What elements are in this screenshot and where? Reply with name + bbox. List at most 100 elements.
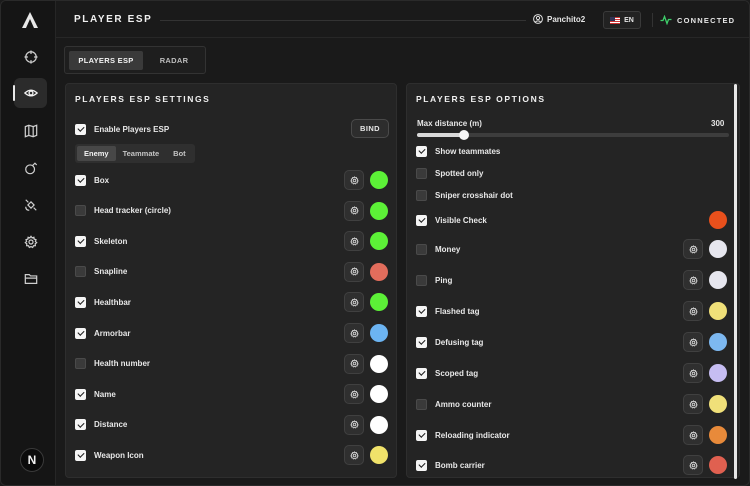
snapline-color-swatch[interactable] [370, 262, 388, 281]
flashed-tag-checkbox[interactable] [416, 305, 427, 317]
sidebar-item-settings[interactable] [14, 227, 47, 257]
armorbar-color-swatch[interactable] [370, 324, 388, 342]
weapon-icon-row[interactable]: Weapon Icon [75, 445, 144, 465]
bomb-carrier-row[interactable]: Bomb carrier [416, 455, 485, 475]
ping-color-swatch[interactable] [709, 271, 727, 289]
scoped-tag-color-swatch[interactable] [709, 364, 727, 382]
sidebar-item-configs[interactable] [14, 264, 47, 294]
segment-enemy[interactable]: Enemy [77, 146, 116, 161]
distance-row[interactable]: Distance [75, 415, 127, 435]
armorbar-row[interactable]: Armorbar [75, 323, 130, 343]
sidebar-item-esp[interactable] [13, 78, 47, 108]
sidebar-item-misc[interactable] [14, 190, 47, 220]
name-settings-button[interactable] [344, 384, 364, 405]
armorbar-settings-button[interactable] [344, 323, 364, 343]
visible-check-color-swatch[interactable] [709, 211, 727, 229]
armorbar-checkbox[interactable] [75, 327, 86, 339]
distance-checkbox[interactable] [75, 419, 86, 431]
reloading-indicator-color-swatch[interactable] [709, 426, 727, 444]
health-number-row[interactable]: Health number [75, 354, 150, 374]
reloading-indicator-checkbox[interactable] [416, 429, 427, 441]
name-row[interactable]: Name [75, 384, 116, 404]
skeleton-color-swatch[interactable] [370, 232, 388, 251]
snapline-row[interactable]: Snapline [75, 262, 127, 282]
head-tracker-circle-row[interactable]: Head tracker (circle) [75, 201, 171, 221]
scoped-tag-settings-button[interactable] [683, 363, 703, 383]
distance-settings-button[interactable] [344, 414, 364, 435]
defusing-tag-row[interactable]: Defusing tag [416, 332, 483, 352]
money-row[interactable]: Money [416, 239, 460, 259]
language-select[interactable]: EN [603, 11, 641, 29]
segment-teammate[interactable]: Teammate [116, 146, 167, 161]
snapline-settings-button[interactable] [344, 261, 364, 282]
user-profile[interactable]: Panchito2 [533, 14, 585, 24]
ammo-counter-row[interactable]: Ammo counter [416, 394, 491, 414]
reloading-indicator-row[interactable]: Reloading indicator [416, 425, 510, 445]
spotted-only-checkbox[interactable] [416, 167, 427, 179]
scoped-tag-row[interactable]: Scoped tag [416, 363, 478, 383]
money-color-swatch[interactable] [709, 240, 727, 258]
head-tracker-circle-checkbox[interactable] [75, 205, 86, 217]
distance-color-swatch[interactable] [370, 415, 388, 434]
tab-players-esp[interactable]: PLAYERS ESP [69, 51, 143, 70]
enable-esp-checkbox[interactable] [75, 123, 86, 135]
skeleton-settings-button[interactable] [344, 231, 364, 252]
scrollbar[interactable] [734, 84, 737, 479]
tab-radar[interactable]: RADAR [145, 51, 203, 70]
skeleton-checkbox[interactable] [75, 235, 86, 247]
health-number-color-swatch[interactable] [370, 354, 388, 373]
reloading-indicator-settings-button[interactable] [683, 425, 703, 445]
healthbar-color-swatch[interactable] [370, 293, 388, 312]
sniper-crosshair-dot-row[interactable]: Sniper crosshair dot [416, 185, 513, 205]
max-distance-slider[interactable] [417, 130, 729, 140]
scoped-tag-checkbox[interactable] [416, 367, 427, 379]
segment-bot[interactable]: Bot [166, 146, 193, 161]
box-color-swatch[interactable] [370, 171, 388, 189]
box-row[interactable]: Box [75, 170, 109, 190]
name-color-swatch[interactable] [370, 385, 388, 404]
name-checkbox[interactable] [75, 388, 86, 400]
spotted-only-row[interactable]: Spotted only [416, 163, 483, 183]
ping-checkbox[interactable] [416, 274, 427, 286]
visible-check-row[interactable]: Visible Check [416, 210, 487, 230]
health-number-checkbox[interactable] [75, 358, 86, 370]
ammo-counter-color-swatch[interactable] [709, 395, 727, 413]
visible-check-checkbox[interactable] [416, 214, 427, 226]
box-settings-button[interactable] [344, 170, 364, 190]
defusing-tag-settings-button[interactable] [683, 332, 703, 352]
weapon-icon-settings-button[interactable] [344, 445, 364, 466]
ammo-counter-checkbox[interactable] [416, 398, 427, 410]
healthbar-checkbox[interactable] [75, 296, 86, 308]
bomb-carrier-checkbox[interactable] [416, 459, 427, 471]
flashed-tag-color-swatch[interactable] [709, 302, 727, 320]
sidebar-item-grenades[interactable] [14, 153, 47, 183]
weapon-icon-color-swatch[interactable] [370, 446, 388, 465]
show-teammates-row[interactable]: Show teammates [416, 141, 500, 161]
bind-button[interactable]: BIND [351, 119, 389, 138]
slider-thumb[interactable] [458, 130, 469, 140]
flashed-tag-settings-button[interactable] [683, 301, 703, 321]
money-settings-button[interactable] [683, 239, 703, 259]
ping-row[interactable]: Ping [416, 270, 452, 290]
sidebar-item-aim[interactable] [14, 42, 47, 72]
defusing-tag-checkbox[interactable] [416, 336, 427, 348]
healthbar-settings-button[interactable] [344, 292, 364, 313]
weapon-icon-checkbox[interactable] [75, 449, 86, 461]
bomb-carrier-color-swatch[interactable] [709, 456, 727, 474]
money-checkbox[interactable] [416, 243, 427, 255]
ping-settings-button[interactable] [683, 270, 703, 290]
flashed-tag-row[interactable]: Flashed tag [416, 301, 479, 321]
healthbar-row[interactable]: Healthbar [75, 292, 131, 312]
sniper-crosshair-dot-checkbox[interactable] [416, 189, 427, 201]
head-tracker-circle-color-swatch[interactable] [370, 201, 388, 220]
head-tracker-circle-settings-button[interactable] [344, 200, 364, 221]
bomb-carrier-settings-button[interactable] [683, 455, 703, 475]
skeleton-row[interactable]: Skeleton [75, 231, 127, 251]
ammo-counter-settings-button[interactable] [683, 394, 703, 414]
defusing-tag-color-swatch[interactable] [709, 333, 727, 351]
enable-esp-row[interactable]: Enable Players ESP [75, 119, 169, 139]
sidebar-item-radar[interactable] [14, 116, 47, 146]
health-number-settings-button[interactable] [344, 353, 364, 374]
snapline-checkbox[interactable] [75, 266, 86, 278]
show-teammates-checkbox[interactable] [416, 145, 427, 157]
